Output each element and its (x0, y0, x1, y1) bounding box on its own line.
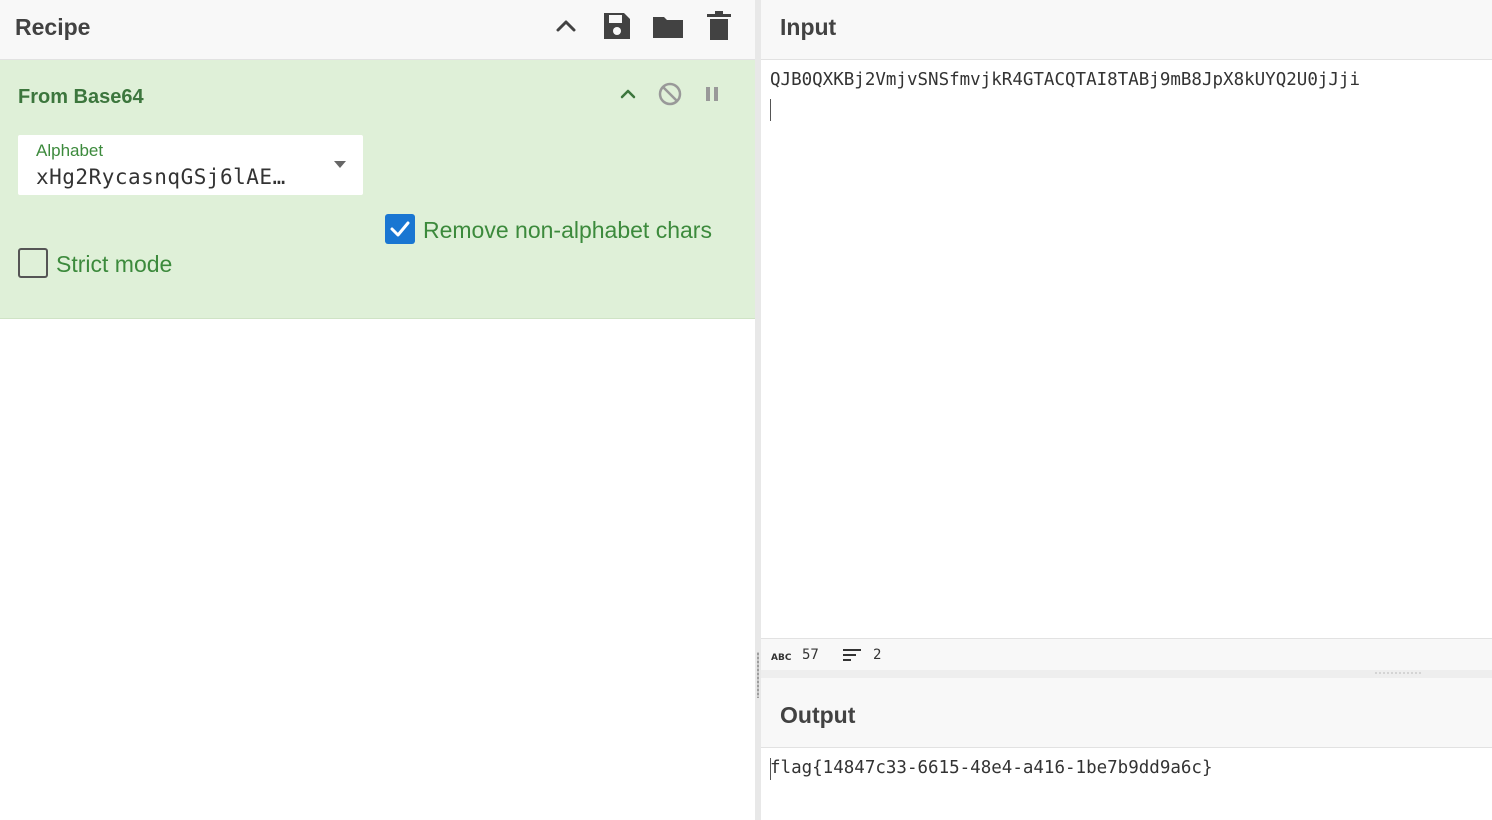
from-base64-operation: From Base64 Alphabet xHg2RycasnqGSj6lAE…… (0, 60, 755, 319)
abc-icon: ABC (771, 653, 791, 661)
char-count: 57 (802, 647, 819, 663)
splitter-grip-icon (757, 652, 759, 698)
input-textarea[interactable]: QJB0QXKBj2VmjvSNSfmvjkR4GTACQTAI8TABj9mB… (770, 70, 1360, 90)
input-header: Input (761, 0, 1492, 60)
text-cursor (770, 758, 771, 780)
input-status-bar: ABC 57 2 (761, 638, 1492, 671)
input-pane: Input QJB0QXKBj2VmjvSNSfmvjkR4GTACQTAI8T… (761, 0, 1492, 671)
operation-title: From Base64 (18, 86, 144, 108)
output-header: Output (761, 678, 1492, 748)
recipe-title: Recipe (15, 14, 91, 40)
horizontal-splitter[interactable] (761, 670, 1492, 678)
pause-icon[interactable] (698, 80, 726, 108)
trash-icon[interactable] (701, 8, 737, 44)
recipe-pane: Recipe From Base64 Alphabet xHg2RycasnqG… (0, 0, 755, 820)
strict-mode-checkbox[interactable] (18, 248, 48, 278)
input-title: Input (780, 14, 837, 40)
recipe-header: Recipe (0, 0, 755, 60)
output-pane: Output flag{14847c33-6615-48e4-a416-1be7… (761, 678, 1492, 820)
alphabet-label: Alphabet (36, 141, 104, 160)
splitter-grip-icon (1374, 672, 1422, 674)
chevron-up-icon[interactable] (548, 8, 584, 44)
svg-text:ABC: ABC (771, 653, 791, 661)
dropdown-caret-icon (334, 161, 346, 168)
output-textarea[interactable]: flag{14847c33-6615-48e4-a416-1be7b9dd9a6… (770, 758, 1213, 778)
text-cursor (770, 99, 771, 121)
disable-icon[interactable] (656, 80, 684, 108)
chevron-up-icon[interactable] (614, 80, 642, 108)
lines-icon (843, 649, 861, 661)
remove-non-alphabet-label[interactable]: Remove non-alphabet chars (423, 217, 712, 244)
alphabet-value: xHg2RycasnqGSj6lAE… (36, 165, 286, 189)
remove-non-alphabet-checkbox[interactable] (385, 214, 415, 244)
save-icon[interactable] (599, 8, 635, 44)
output-title: Output (780, 702, 856, 728)
strict-mode-label[interactable]: Strict mode (56, 251, 172, 278)
checkmark-icon (390, 221, 410, 237)
line-count: 2 (873, 647, 882, 663)
folder-icon[interactable] (650, 8, 686, 44)
alphabet-select[interactable]: Alphabet xHg2RycasnqGSj6lAE… (18, 135, 363, 195)
